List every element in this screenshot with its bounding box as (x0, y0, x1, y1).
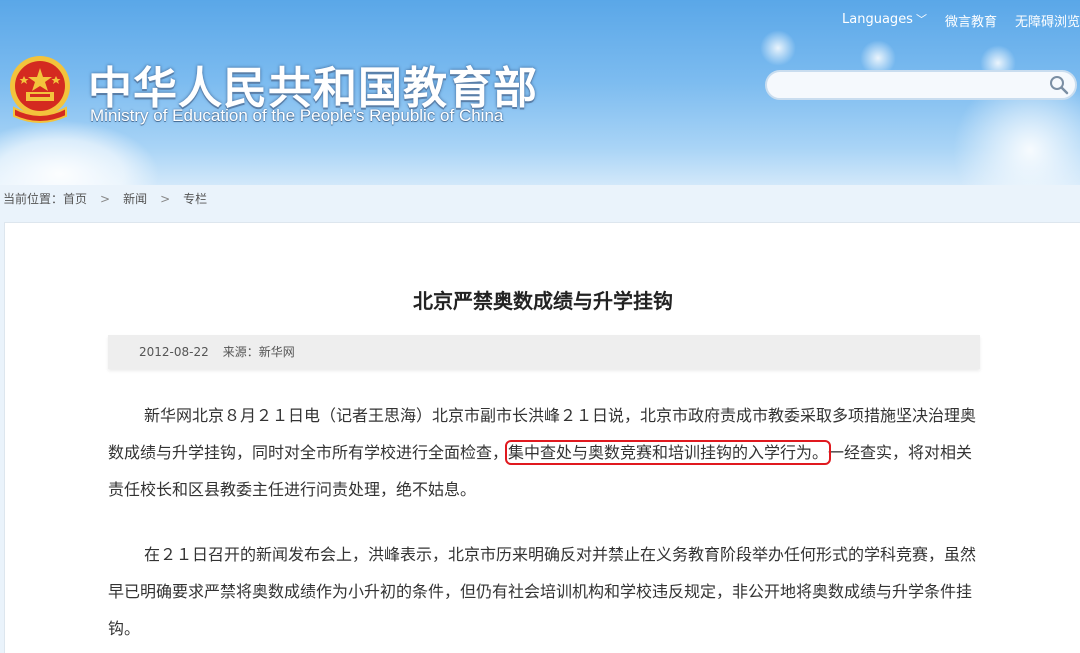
article-source: 来源：新华网 (222, 345, 295, 359)
article-paragraph: 在２１日召开的新闻发布会上，洪峰表示，北京市历来明确反对并禁止在义务教育阶段举办… (108, 536, 983, 647)
national-emblem-icon (10, 56, 70, 123)
languages-label: Languages (842, 12, 913, 27)
search-box (765, 70, 1077, 100)
sparkle-decoration (760, 30, 796, 66)
top-links: Languages ﹀ 微言教育 无障碍浏览 (842, 11, 1080, 30)
search-input[interactable] (779, 76, 1043, 98)
article-meta: 2012-08-22 来源：新华网 (108, 335, 980, 369)
search-icon[interactable] (1049, 75, 1069, 95)
article-panel: 北京严禁奥数成绩与升学挂钩 2012-08-22 来源：新华网 新华网北京８月２１… (4, 222, 1080, 653)
languages-link[interactable]: Languages ﹀ (842, 11, 927, 30)
site-header: 中华人民共和国教育部 Ministry of Education of the … (0, 0, 1080, 185)
accessibility-link[interactable]: 无障碍浏览 (1015, 11, 1080, 30)
breadcrumb-prefix: 当前位置： (3, 192, 64, 206)
chevron-down-icon: ﹀ (915, 13, 927, 26)
article-date: 2012-08-22 (139, 345, 209, 359)
site-subtitle: Ministry of Education of the People's Re… (90, 106, 504, 125)
chevron-right-icon: > (100, 192, 111, 206)
article-paragraph: 新华网北京８月２１日电（记者王思海）北京市副市长洪峰２１日说，北京市政府责成市教… (108, 397, 983, 508)
weibo-link[interactable]: 微言教育 (945, 11, 997, 30)
cloud-decoration (0, 120, 160, 185)
paragraph-text: 在２１日召开的新闻发布会上，洪峰表示，北京市历来明确反对并禁止在义务教育阶段举办… (108, 545, 977, 638)
highlighted-text: 集中查处与奥数竞赛和培训挂钩的入学行为。 (505, 440, 832, 465)
chevron-right-icon: > (160, 192, 171, 206)
breadcrumb: 当前位置：首页 > 新闻 > 专栏 (3, 190, 207, 207)
article-title: 北京严禁奥数成绩与升学挂钩 (413, 289, 673, 313)
breadcrumb-news[interactable]: 新闻 (123, 192, 147, 206)
breadcrumb-home[interactable]: 首页 (63, 192, 87, 206)
breadcrumb-column[interactable]: 专栏 (183, 192, 207, 206)
